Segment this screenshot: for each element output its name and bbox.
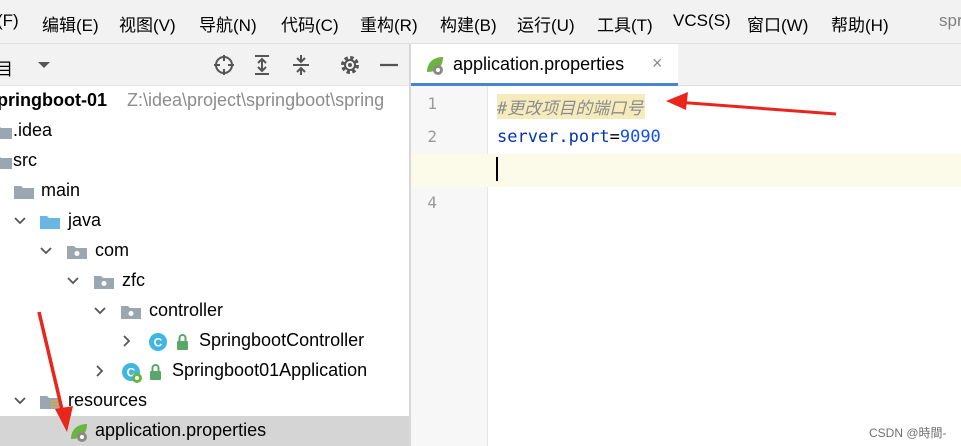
tree-item-controller[interactable]: controller bbox=[0, 296, 409, 326]
code-line-server-port[interactable]: server.port=9090 bbox=[497, 127, 661, 147]
menu-code[interactable]: 代码(C) bbox=[281, 11, 339, 36]
project-toolbar: 目 bbox=[0, 44, 409, 86]
tree-item-idea[interactable]: .idea bbox=[0, 116, 409, 146]
menu-edit[interactable]: 编辑(E) bbox=[42, 11, 99, 36]
tree-item-label: src bbox=[13, 150, 37, 170]
tree-item-label: controller bbox=[149, 300, 224, 320]
window-title: spr bbox=[939, 11, 961, 30]
tree-item-label: .idea bbox=[13, 120, 53, 140]
property-value: 9090 bbox=[619, 127, 661, 147]
tree-item-label: resources bbox=[68, 390, 148, 410]
editor-tab-bar: application.properties × bbox=[411, 44, 961, 86]
tree-item-src[interactable]: src bbox=[0, 146, 409, 176]
line-number-gutter: 1 2 3 4 bbox=[411, 86, 488, 446]
tree-item-resources[interactable]: resources bbox=[0, 386, 409, 416]
property-key: server.port bbox=[497, 127, 610, 147]
tree-item-main[interactable]: main bbox=[0, 176, 409, 206]
line-number: 2 bbox=[427, 127, 437, 146]
tree-item-label: com bbox=[95, 240, 130, 260]
tree-item-label: application.properties bbox=[95, 420, 267, 440]
tree-item-label: Springboot01Application bbox=[172, 360, 368, 380]
menu-refactor[interactable]: 重构(R) bbox=[360, 11, 418, 36]
spring-properties-icon bbox=[71, 424, 87, 442]
tree-item-java[interactable]: java bbox=[0, 206, 409, 236]
tree-item-module[interactable]: pringboot-01 Z:\idea\project\springboot\… bbox=[0, 86, 409, 116]
chevron-down-icon[interactable] bbox=[67, 275, 79, 287]
folder-icon bbox=[14, 186, 34, 199]
menu-help[interactable]: 帮助(H) bbox=[831, 11, 889, 36]
tree-item-springboot01-application[interactable]: C Springboot01Application bbox=[0, 356, 409, 386]
tree-item-label: zfc bbox=[122, 270, 146, 290]
tab-application-properties[interactable]: application.properties × bbox=[411, 44, 678, 86]
target-icon[interactable] bbox=[212, 53, 236, 77]
property-separator: = bbox=[609, 127, 620, 147]
minimize-icon[interactable] bbox=[377, 53, 401, 77]
collapse-all-icon[interactable] bbox=[289, 53, 313, 77]
tree-item-springboot-controller[interactable]: C SpringbootController bbox=[0, 326, 409, 356]
package-icon bbox=[67, 246, 87, 259]
project-tree: pringboot-01 Z:\idea\project\springboot\… bbox=[0, 86, 409, 446]
svg-text:C: C bbox=[154, 336, 163, 350]
folder-icon bbox=[0, 127, 12, 139]
close-icon[interactable]: × bbox=[652, 53, 663, 74]
spring-boot-class-icon: C bbox=[122, 363, 142, 383]
menu-bar: (F) 编辑(E) 视图(V) 导航(N) 代码(C) 重构(R) 构建(B) … bbox=[0, 0, 961, 44]
chevron-down-icon[interactable] bbox=[14, 215, 26, 227]
menu-view[interactable]: 视图(V) bbox=[119, 11, 176, 36]
current-line-highlight bbox=[411, 154, 961, 187]
menu-file[interactable]: (F) bbox=[0, 11, 19, 31]
chevron-down-icon[interactable] bbox=[94, 305, 106, 317]
tree-item-label: SpringbootController bbox=[199, 330, 365, 350]
gear-icon[interactable] bbox=[338, 53, 362, 77]
tree-item-label: main bbox=[41, 180, 81, 200]
folder-icon bbox=[0, 157, 12, 169]
package-icon bbox=[94, 276, 114, 289]
class-icon: C bbox=[149, 333, 167, 351]
chevron-down-icon[interactable] bbox=[40, 245, 52, 257]
chevron-right-icon[interactable] bbox=[121, 335, 133, 347]
tree-item-com[interactable]: com bbox=[0, 236, 409, 266]
expand-all-icon[interactable] bbox=[250, 53, 274, 77]
tree-item-zfc[interactable]: zfc bbox=[0, 266, 409, 296]
line-number: 1 bbox=[427, 94, 437, 113]
source-folder-icon bbox=[40, 216, 60, 229]
line-number: 4 bbox=[427, 193, 437, 212]
code-comment[interactable]: #更改项目的端口号 bbox=[497, 94, 646, 119]
package-icon bbox=[121, 306, 141, 319]
text-caret bbox=[496, 157, 498, 181]
spring-properties-icon bbox=[427, 57, 443, 75]
menu-tools[interactable]: 工具(T) bbox=[597, 11, 653, 36]
tree-item-path: Z:\idea\project\springboot\spring bbox=[127, 90, 385, 110]
tab-label: application.properties bbox=[453, 54, 625, 74]
chevron-right-icon[interactable] bbox=[94, 365, 106, 377]
menu-navigate[interactable]: 导航(N) bbox=[199, 11, 257, 36]
resources-folder-icon bbox=[40, 396, 60, 409]
watermark: CSDN @時間- bbox=[869, 426, 947, 440]
view-dropdown-icon[interactable] bbox=[37, 60, 51, 70]
lock-icon bbox=[150, 364, 161, 380]
menu-build[interactable]: 构建(B) bbox=[440, 11, 497, 36]
menu-run[interactable]: 运行(U) bbox=[517, 11, 575, 36]
menu-vcs[interactable]: VCS(S) bbox=[673, 11, 731, 31]
tree-item-label: java bbox=[68, 210, 102, 230]
chevron-down-icon[interactable] bbox=[14, 395, 26, 407]
menu-window[interactable]: 窗口(W) bbox=[747, 11, 808, 36]
tree-item-label: pringboot-01 bbox=[0, 90, 107, 110]
lock-icon bbox=[177, 334, 188, 350]
project-view-title[interactable]: 目 bbox=[0, 55, 13, 80]
tree-item-application-properties[interactable]: application.properties bbox=[0, 416, 409, 446]
